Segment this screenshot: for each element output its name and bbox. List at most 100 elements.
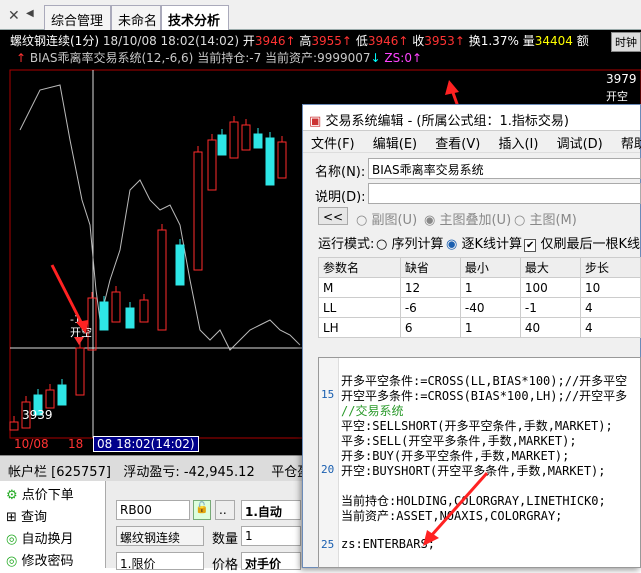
candle [229,121,239,159]
menu-item-query[interactable]: ⊞ 查询 [0,503,105,525]
run-mode-series-label: 序列计算 [391,237,444,252]
menu-item-auto-roll[interactable]: ◎ 自动换月 [0,525,105,547]
table-cell[interactable]: -1 [519,297,581,318]
tab-untitled[interactable]: 未命名 [111,5,161,30]
name-input[interactable]: BIAS乖离率交易系统 [368,158,641,179]
candle [111,291,121,323]
line-number: 20 [321,463,335,476]
close-icon[interactable]: ✕ [8,8,20,24]
table-cell[interactable]: -40 [459,297,521,318]
menu-item-click-order[interactable]: ⚙ 点价下单 [0,481,105,503]
code-editor[interactable]: 开多平空条件:=CROSS(LL,BIAS*100);//开多平空 15 开空平多条… [318,357,641,568]
table-cell[interactable]: M [318,277,401,298]
dialog-menubar: 文件(F) 编辑(E) 查看(V) 插入(I) 调试(D) 帮助(H) [303,131,641,153]
price-type-select[interactable]: 1.限价 [116,552,204,570]
candle [277,141,287,179]
mode-subchart[interactable]: ○ 副图(U) [356,209,417,228]
settings-icon: ◎ [6,532,18,547]
table-cell[interactable]: 6 [399,317,461,338]
code-line[interactable]: 当前持仓:HOLDING,COLORGRAY,LINETHICK0; [341,492,606,508]
axis-left-label: 10/08 [14,437,49,451]
pnl-label: 浮动盈亏: [123,465,180,480]
price-label: 价格 [212,558,239,573]
tab-overview[interactable]: 综合管理 [44,5,111,30]
candle [75,347,85,396]
table-cell[interactable]: 100 [519,277,581,298]
code-line[interactable]: //交易系统 [341,402,403,418]
tab-left-arrow-icon[interactable]: ◀ [26,8,34,19]
run-mode-series[interactable]: ○ 序列计算 [376,233,444,252]
table-cell[interactable]: 40 [519,317,581,338]
quantity-input[interactable]: 1 [241,526,301,546]
price-top-label: 3979 [606,72,637,86]
candle [193,151,203,271]
key-icon: ◎ [6,554,18,569]
candle [241,124,251,151]
col-default: 缺省 [399,257,461,278]
table-row[interactable]: M 12 1 100 10 [318,277,641,298]
code-line[interactable]: 开空平多条件:=CROSS(BIAS*100,LH);//开空平多 [341,387,627,403]
quantity-label: 数量 [212,532,239,547]
col-step: 步长 [579,257,641,278]
menu-help[interactable]: 帮助(H) [621,137,641,152]
pnl-value: -42,945.12 [183,465,255,480]
table-cell[interactable]: LL [318,297,401,318]
app-icon: ▣ [309,114,322,129]
code-line[interactable]: 开空:BUYSHORT(开空平多条件,手数,MARKET); [341,462,606,478]
table-cell[interactable]: 4 [579,317,641,338]
line-number: 25 [321,538,335,551]
dialog-title-bar: ▣ 交易系统编辑 - (所属公式组：1.指标交易) [303,105,640,131]
run-mode-bar[interactable]: ◉ 逐K线计算 [446,233,522,252]
refresh-last-checkbox[interactable]: ✔ 仅刷最后一根K线 [524,233,640,252]
account-number: [625757] [51,465,111,480]
browse-button[interactable]: .. [215,500,235,520]
code-line[interactable]: 当前资产:ASSET,NOAXIS,COLORGRAY; [341,507,562,523]
menu-edit[interactable]: 编辑(E) [373,137,417,152]
lock-icon[interactable]: 🔓 [193,500,211,520]
parameter-table: 参数名 缺省 最小 最大 步长 M 12 1 100 10 LL -6 -40 -1 4 LH 6… [318,257,641,338]
name-label: 名称(N): [315,165,366,180]
menu-debug[interactable]: 调试(D) [557,137,603,152]
code-line[interactable]: 开多:BUY(开多平空条件,手数,MARKET); [341,447,569,463]
table-cell[interactable]: 1 [459,317,521,338]
signal-top-label: 开空 [606,90,628,103]
code-line[interactable]: zs:ENTERBARS; [341,537,435,552]
menu-file[interactable]: 文件(F) [311,137,355,152]
mode-overlay[interactable]: ◉ 主图叠加(U) [424,209,511,228]
table-row[interactable]: LL -6 -40 -1 4 [318,297,641,318]
line-number: 15 [321,388,335,401]
refresh-last-label: 仅刷最后一根K线 [540,237,641,252]
table-cell[interactable]: 10 [579,277,641,298]
code-line[interactable]: 平多:SELL(开空平多条件,手数,MARKET); [341,432,577,448]
description-input[interactable] [368,183,641,204]
left-menu: ⚙ 点价下单 ⊞ 查询 ◎ 自动换月 ◎ 修改密码 [0,481,106,569]
table-row[interactable]: LH 6 1 40 4 [318,317,641,338]
table-cell[interactable]: 1 [459,277,521,298]
menu-view[interactable]: 查看(V) [435,137,480,152]
candle [217,134,227,156]
expand-icon: ⊞ [6,510,17,525]
table-cell[interactable]: 4 [579,297,641,318]
col-min: 最小 [459,257,521,278]
mode-mainchart[interactable]: ○ 主图(M) [514,209,577,228]
table-cell[interactable]: 12 [399,277,461,298]
open-close-mode-select[interactable]: 1.自动 [241,500,301,520]
candle [45,389,55,409]
menu-item-change-password[interactable]: ◎ 修改密码 [0,547,105,569]
dialog-title: 交易系统编辑 - (所属公式组：1.指标交易) [325,114,569,129]
description-label: 说明(D): [315,190,366,205]
menu-item-label: 自动换月 [21,532,74,547]
code-line[interactable]: 开多平空条件:=CROSS(LL,BIAS*100);//开多平空 [341,372,627,388]
short-signal-arrow-icon [74,337,84,345]
account-bar-label: 帐户栏 [8,465,48,480]
collapse-button[interactable]: << [318,207,348,225]
candle [57,384,67,406]
table-cell[interactable]: -6 [399,297,461,318]
table-cell[interactable]: LH [318,317,401,338]
tab-technical-analysis[interactable]: 技术分析 [161,5,229,31]
price-input[interactable]: 对手价 [241,552,301,570]
contract-code-input[interactable]: RB00 [116,500,190,520]
candle [253,133,263,149]
code-line[interactable]: 平空:SELLSHORT(开多平空条件,手数,MARKET); [341,417,613,433]
menu-insert[interactable]: 插入(I) [498,137,538,152]
